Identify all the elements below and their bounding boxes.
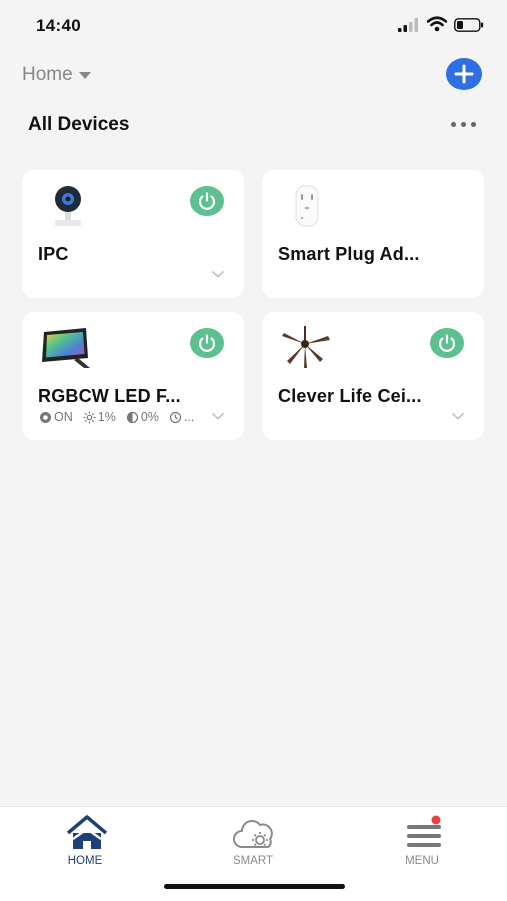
device-card-smart-plug[interactable]: Smart Plug Ad... xyxy=(262,170,484,298)
device-name: RGBCW LED F... xyxy=(38,386,181,406)
led-floodlight-icon xyxy=(42,328,90,368)
device-card-ceiling-fan[interactable]: Clever Life Cei... xyxy=(262,312,484,440)
tab-label: MENU xyxy=(405,855,439,867)
chevron-down-icon xyxy=(78,72,91,79)
chevron-down-icon[interactable] xyxy=(210,268,226,280)
device-name: Smart Plug Ad... xyxy=(278,244,420,264)
device-name: IPC xyxy=(38,244,69,264)
section-title: All Devices xyxy=(28,114,130,135)
tab-smart[interactable]: SMART xyxy=(208,813,298,873)
tab-menu[interactable]: MENU xyxy=(377,813,467,873)
brightness-icon xyxy=(83,411,96,423)
status-bar: 14:40 xyxy=(0,0,507,52)
home-selector[interactable]: Home xyxy=(22,62,91,88)
power-toggle[interactable] xyxy=(430,328,464,358)
device-name: Clever Life Cei... xyxy=(278,386,422,406)
contrast-icon xyxy=(126,411,138,423)
add-device-button[interactable] xyxy=(446,58,482,90)
menu-icon xyxy=(407,815,441,847)
smart-plug-icon xyxy=(295,185,319,227)
wifi-icon xyxy=(427,16,447,32)
battery-icon xyxy=(454,18,484,32)
smart-cloud-icon xyxy=(233,820,273,848)
home-label: Home xyxy=(22,64,73,85)
device-card-ipc[interactable]: IPC xyxy=(22,170,244,298)
power-toggle[interactable] xyxy=(190,328,224,358)
timer-status: ... xyxy=(169,410,194,424)
home-indicator xyxy=(164,884,345,889)
power-icon xyxy=(198,192,216,210)
chevron-down-icon[interactable] xyxy=(450,410,466,422)
status-time: 14:40 xyxy=(36,16,81,35)
power-toggle[interactable] xyxy=(190,186,224,216)
signal-icon xyxy=(398,18,418,32)
camera-icon xyxy=(55,186,81,226)
tab-label: SMART xyxy=(232,855,274,867)
notification-badge xyxy=(431,815,441,825)
device-status-row: ON 1% 0% ... xyxy=(39,410,194,424)
power-status-icon xyxy=(40,411,51,423)
brightness-status: 1% xyxy=(83,410,116,424)
plus-icon xyxy=(454,64,474,84)
more-options-button[interactable] xyxy=(448,114,480,134)
device-card-rgbcw-led[interactable]: RGBCW LED F... ON 1% 0% ... xyxy=(22,312,244,440)
power-icon xyxy=(198,334,216,352)
ceiling-fan-icon xyxy=(282,326,330,368)
tab-home[interactable]: HOME xyxy=(40,813,130,873)
power-icon xyxy=(438,334,456,352)
home-icon xyxy=(66,815,108,849)
clock-icon xyxy=(169,411,182,423)
power-status: ON xyxy=(39,410,73,424)
contrast-status: 0% xyxy=(126,410,159,424)
chevron-down-icon[interactable] xyxy=(210,410,226,422)
more-dots-icon xyxy=(451,122,456,127)
tab-label: HOME xyxy=(67,855,103,867)
